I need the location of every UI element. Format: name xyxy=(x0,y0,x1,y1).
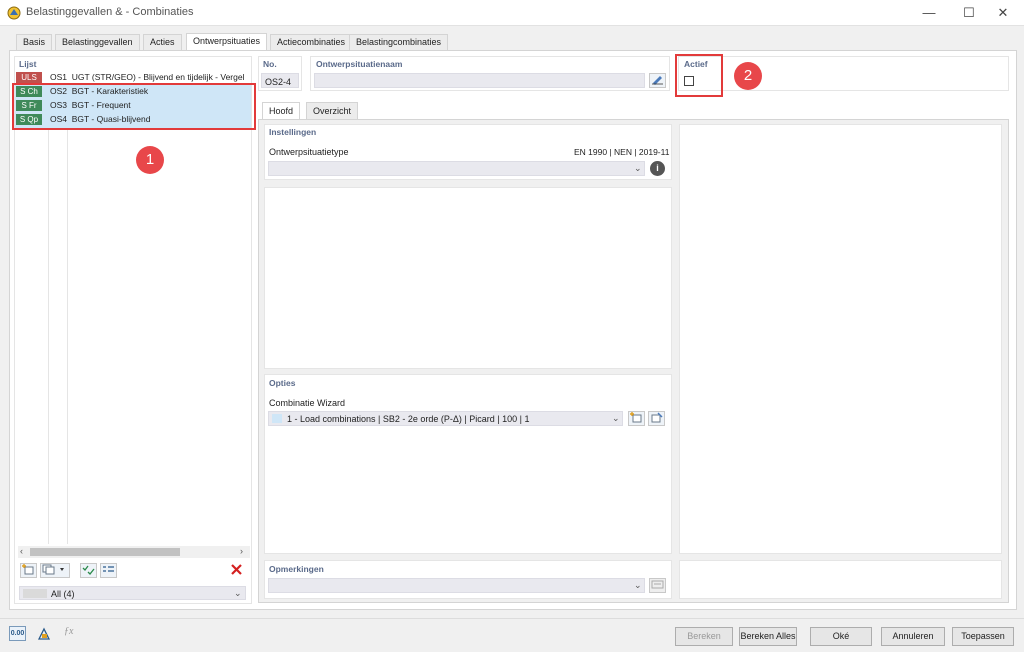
tab-belastingcombinaties[interactable]: Belastingcombinaties xyxy=(349,34,449,50)
situation-type-label: Ontwerpsituatietype xyxy=(269,147,349,157)
apply-button[interactable]: Toepassen xyxy=(952,627,1014,646)
footer-divider xyxy=(0,618,1024,619)
filter-value: All (4) xyxy=(51,589,75,599)
chevron-down-icon: ⌄ xyxy=(612,413,620,423)
new-item-icon[interactable] xyxy=(20,563,37,578)
list-item-id: OS1 xyxy=(50,72,68,82)
horizontal-scrollbar[interactable]: ‹ › xyxy=(18,546,250,558)
tab-actiecombinaties[interactable]: Actiecombinaties xyxy=(270,34,353,50)
combination-wizard-label: Combinatie Wizard xyxy=(269,398,346,408)
title-bar: Belastinggevallen & - Combinaties — ☐ ✕ xyxy=(0,0,1024,26)
chevron-down-icon: ⌄ xyxy=(634,580,642,590)
info-icon[interactable]: i xyxy=(650,161,665,176)
list-item-badge: ULS xyxy=(16,72,42,84)
highlight-marker-1 xyxy=(12,83,256,130)
scroll-left-icon[interactable]: ‹ xyxy=(20,546,23,556)
ok-button[interactable]: Oké xyxy=(810,627,872,646)
units-icon[interactable]: 0.00 xyxy=(9,626,26,641)
calculate-button[interactable]: Bereken xyxy=(675,627,733,646)
remarks-select[interactable]: ⌄ xyxy=(268,578,645,593)
edit-wizard-icon[interactable] xyxy=(648,411,665,426)
remarks-side-panel xyxy=(679,560,1002,599)
remarks-label: Opmerkingen xyxy=(269,564,324,574)
maximize-button[interactable]: ☐ xyxy=(954,3,984,23)
scrollbar-thumb[interactable] xyxy=(30,548,180,556)
preview-panel xyxy=(679,124,1002,554)
model-icon[interactable] xyxy=(36,626,53,641)
standard-label: EN 1990 | NEN | 2019-11 xyxy=(574,147,670,157)
situation-type-select[interactable]: ⌄ xyxy=(268,161,645,176)
tab-ontwerpsituaties[interactable]: Ontwerpsituaties xyxy=(186,33,268,51)
uncheck-all-icon[interactable] xyxy=(100,563,117,578)
delete-icon[interactable] xyxy=(228,563,245,578)
calculate-all-button[interactable]: Bereken Alles xyxy=(739,627,797,646)
name-label: Ontwerpsituatienaam xyxy=(316,59,403,69)
callout-badge-2: 2 xyxy=(734,62,762,90)
number-field[interactable]: OS2-4 xyxy=(261,73,299,88)
copy-dropdown-icon[interactable] xyxy=(40,563,70,578)
wizard-swatch xyxy=(272,414,282,423)
callout-badge-1: 1 xyxy=(136,146,164,174)
tab-hoofd[interactable]: Hoofd xyxy=(262,102,301,119)
formula-icon[interactable]: ƒx xyxy=(64,626,81,641)
window-title: Belastinggevallen & - Combinaties xyxy=(26,6,194,18)
new-wizard-icon[interactable] xyxy=(628,411,645,426)
filter-swatch xyxy=(23,589,47,598)
properties-panel xyxy=(264,187,672,369)
close-button[interactable]: ✕ xyxy=(988,3,1018,23)
scroll-right-icon[interactable]: › xyxy=(240,546,243,556)
combination-wizard-select[interactable]: 1 - Load combinations | SB2 - 2e orde (P… xyxy=(268,411,623,426)
active-panel xyxy=(678,56,1009,91)
remarks-edit-icon[interactable] xyxy=(649,578,666,593)
highlight-marker-2 xyxy=(675,54,723,97)
tab-belastinggevallen[interactable]: Belastinggevallen xyxy=(55,34,140,50)
settings-label: Instellingen xyxy=(269,127,317,137)
tab-basis[interactable]: Basis xyxy=(16,34,53,50)
list-panel xyxy=(14,56,252,604)
options-label: Opties xyxy=(269,378,296,388)
minimize-button[interactable]: — xyxy=(914,3,944,23)
tab-overzicht[interactable]: Overzicht xyxy=(306,102,359,119)
list-column-divider xyxy=(67,84,68,544)
list-item-text: UGT (STR/GEO) - Blijvend en tijdelijk - … xyxy=(71,72,245,82)
name-field[interactable] xyxy=(314,73,645,88)
number-label: No. xyxy=(263,59,277,69)
chevron-down-icon: ⌄ xyxy=(234,588,242,598)
tab-acties[interactable]: Acties xyxy=(143,34,182,50)
check-all-icon[interactable] xyxy=(80,563,97,578)
number-value: OS2-4 xyxy=(265,77,292,87)
combination-wizard-value: 1 - Load combinations | SB2 - 2e orde (P… xyxy=(287,414,530,424)
cancel-button[interactable]: Annuleren xyxy=(881,627,945,646)
filter-select[interactable]: All (4) ⌄ xyxy=(19,586,246,600)
chevron-down-icon: ⌄ xyxy=(634,163,642,173)
list-column-divider xyxy=(48,84,49,544)
app-logo-icon xyxy=(7,6,21,20)
edit-name-icon[interactable] xyxy=(649,73,666,88)
list-label: Lijst xyxy=(19,59,37,69)
